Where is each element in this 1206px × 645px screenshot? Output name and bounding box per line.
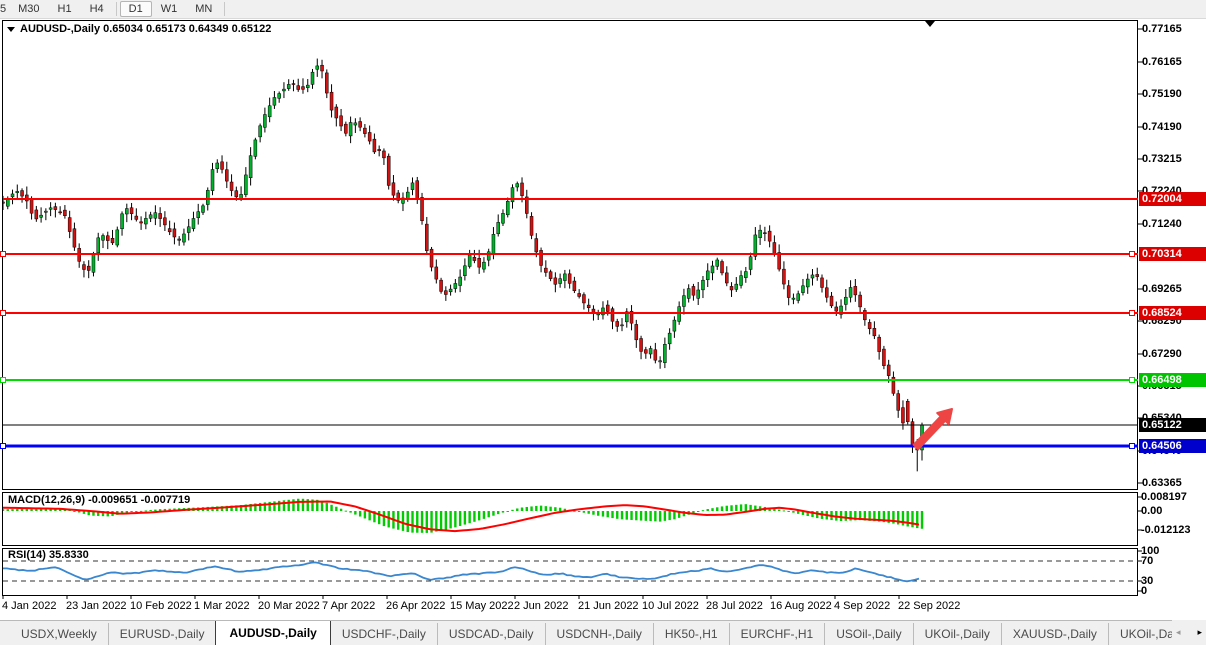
chart-tab-audusd-daily[interactable]: AUDUSD-,Daily <box>215 620 330 645</box>
chart-tab-xauusd-daily[interactable]: XAUUSD-,Daily <box>1001 623 1108 645</box>
indicator-axis-label: 0 <box>1141 585 1205 597</box>
chart-tab-ukoil-daily[interactable]: UKOil-,Daily <box>913 623 1001 645</box>
indicator-axis-label: 0.00 <box>1141 505 1205 517</box>
price-axis-label: 0.67290 <box>1142 348 1204 360</box>
price-badge-0.70314: 0.70314 <box>1139 247 1206 261</box>
chart-title: AUDUSD-,Daily 0.65034 0.65173 0.64349 0.… <box>7 23 271 35</box>
tab-scroll-right-icon[interactable]: ▸ <box>1197 627 1202 638</box>
date-axis-label: 2 Jun 2022 <box>514 600 568 612</box>
line-handle[interactable] <box>1 311 6 316</box>
indicator-axis-label: 0.008197 <box>1141 491 1205 503</box>
price-axis-label: 0.69265 <box>1142 283 1204 295</box>
date-axis-label: 4 Jan 2022 <box>2 600 56 612</box>
chart-tab-eurusd-daily[interactable]: EURUSD-,Daily <box>108 623 216 645</box>
price-badge-0.66498: 0.66498 <box>1139 373 1206 387</box>
indicator-axis-label: 70 <box>1141 555 1205 567</box>
line-handle[interactable] <box>1130 378 1135 383</box>
date-axis-label: 10 Feb 2022 <box>130 600 192 612</box>
line-handle[interactable] <box>1130 311 1135 316</box>
date-axis-label: 16 Aug 2022 <box>770 600 832 612</box>
line-handle[interactable] <box>1 444 6 449</box>
date-axis-label: 20 Mar 2022 <box>258 600 320 612</box>
price-axis-label: 0.76165 <box>1142 56 1204 68</box>
price-axis-label: 0.71240 <box>1142 218 1204 230</box>
date-axis-label: 15 May 2022 <box>450 600 514 612</box>
date-axis-label: 23 Jan 2022 <box>66 600 127 612</box>
price-badge-0.64506: 0.64506 <box>1139 439 1206 453</box>
price-badge-0.65122: 0.65122 <box>1139 418 1206 432</box>
price-axis-label: 0.75190 <box>1142 88 1204 100</box>
chart-tab-usdcnh-daily[interactable]: USDCNH-,Daily <box>545 623 653 645</box>
date-axis-label: 28 Jul 2022 <box>706 600 763 612</box>
date-axis-label: 7 Apr 2022 <box>322 600 375 612</box>
chart-tab-bar: USDX,WeeklyEURUSD-,DailyAUDUSD-,DailyUSD… <box>0 620 1206 645</box>
chart-tab-usdx-weekly[interactable]: USDX,Weekly <box>10 623 108 645</box>
price-axis-label: 0.74190 <box>1142 121 1204 133</box>
date-axis-label: 21 Jun 2022 <box>578 600 639 612</box>
date-axis-label: 4 Sep 2022 <box>834 600 890 612</box>
chart-tab-usdchf-daily[interactable]: USDCHF-,Daily <box>331 623 437 645</box>
date-axis-label: 10 Jul 2022 <box>642 600 699 612</box>
date-axis-label: 26 Apr 2022 <box>386 600 445 612</box>
tab-scroll-buttons: ◂ ▸ <box>1172 620 1206 645</box>
chart-tab-usoil-daily[interactable]: USOil-,Daily <box>824 623 912 645</box>
chart-tab-hk50-h1[interactable]: HK50-,H1 <box>653 623 729 645</box>
price-badge-0.68524: 0.68524 <box>1139 306 1206 320</box>
chart-title-text: AUDUSD-,Daily 0.65034 0.65173 0.64349 0.… <box>20 23 271 35</box>
price-axis-label: 0.63365 <box>1142 477 1204 489</box>
macd-label: MACD(12,26,9) -0.009651 -0.007719 <box>8 494 190 506</box>
line-handle[interactable] <box>1 378 6 383</box>
price-axis-label: 0.73215 <box>1142 153 1204 165</box>
rsi-label: RSI(14) 35.8330 <box>8 549 89 561</box>
indicator-axis-label: -0.012123 <box>1141 524 1205 536</box>
price-axis-label: 0.77165 <box>1142 23 1204 35</box>
chart-canvas <box>0 0 1206 645</box>
line-handle[interactable] <box>1130 252 1135 257</box>
chart-tab-usdcad-daily[interactable]: USDCAD-,Daily <box>437 623 545 645</box>
chart-tab-eurchf-h1[interactable]: EURCHF-,H1 <box>729 623 825 645</box>
price-badge-0.72004: 0.72004 <box>1139 192 1206 206</box>
date-axis-label: 1 Mar 2022 <box>194 600 250 612</box>
date-axis-label: 22 Sep 2022 <box>898 600 960 612</box>
tab-scroll-left-icon[interactable]: ◂ <box>1176 627 1181 638</box>
line-handle[interactable] <box>1 252 6 257</box>
chevron-down-icon <box>7 27 15 32</box>
mt4-window: 5M30H1H4D1W1MN AUDUSD-,Daily 0.65034 0.6… <box>0 0 1206 645</box>
line-handle[interactable] <box>1130 444 1135 449</box>
